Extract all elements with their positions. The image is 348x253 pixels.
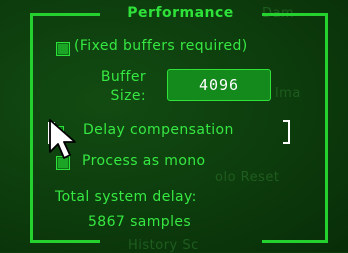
mouse-pointer-icon <box>49 119 76 159</box>
buffer-size-label: Buffer Size: <box>82 68 146 106</box>
panel-title: Performance <box>127 5 234 21</box>
ghost-text: olo Reset <box>215 170 280 185</box>
buffer-size-label-line2: Size: <box>110 88 146 104</box>
fixed-buffers-label[interactable]: (Fixed buffers required) <box>74 38 248 54</box>
delay-compensation-label[interactable]: Delay compensation <box>83 122 234 138</box>
ghost-text: History Sc <box>128 238 199 253</box>
system-delay-value: 5867 samples <box>88 214 192 230</box>
process-mono-label[interactable]: Process as mono <box>82 153 206 169</box>
buffer-size-label-line1: Buffer <box>100 69 146 85</box>
system-delay-label: Total system delay: <box>55 189 197 205</box>
fixed-buffers-checkbox[interactable] <box>56 42 70 56</box>
buffer-size-input[interactable]: 4096 <box>167 69 271 101</box>
focus-bracket-right <box>283 120 290 144</box>
